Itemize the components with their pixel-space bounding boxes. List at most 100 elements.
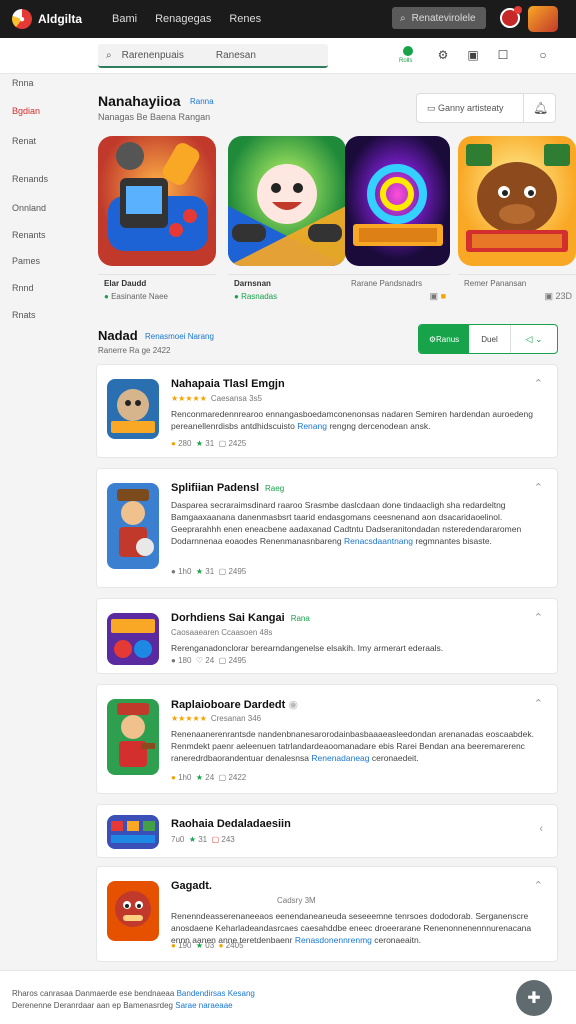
featured-meta: ● Rasnadas — [234, 292, 278, 301]
search-field[interactable]: ⌕ Rarenenpuais Ranesan — [98, 44, 328, 68]
app-card-4[interactable]: Raplaioboare Dardedt ◉ ★★★★★ Cresanan 346… — [96, 684, 558, 794]
app-logo-icon[interactable]: ● — [12, 9, 32, 29]
app-stats: ● 190 ★ 03 ● 2405 — [171, 941, 244, 950]
notification-badge — [514, 6, 522, 14]
tool-box: ▭ Ganny artisteaty 🔔︎ — [416, 93, 556, 123]
expand-icon[interactable]: ⌃ — [534, 611, 543, 624]
footer-line-2: Derenenne Deranrdaar aan ep Bamenasrdeg … — [12, 1001, 233, 1010]
featured-card-1[interactable]: Elar Daudd ● Easinante Naee — [98, 136, 216, 304]
add-fab-button[interactable]: ✚ — [516, 980, 552, 1016]
bell-icon[interactable]: 🔔︎ — [533, 101, 548, 115]
search-placeholder: Rarenenpuais — [121, 49, 184, 61]
tool-button[interactable]: ▭ Ganny artisteaty — [427, 103, 504, 114]
smiley-art-icon — [228, 136, 346, 266]
sidebar-item-9[interactable]: Rnats — [12, 310, 36, 320]
square-icon[interactable]: ☐ — [496, 48, 510, 62]
app-title: Raplaioboare Dardedt ◉ — [171, 699, 298, 711]
app-card-3[interactable]: Dorhdiens Sai Kangai Rana Caosaaearen Cca… — [96, 598, 558, 674]
app-title: Nahapaia Tlasl Emgjn — [171, 378, 285, 390]
app-stats: ● 180 ♡ 24 ▢ 2495 — [171, 656, 247, 665]
segment-active[interactable]: ⚙ Ranus — [419, 325, 469, 353]
app-description: Rerenganadonclorar berearndangenelse els… — [171, 643, 444, 653]
app-thumb-icon — [107, 815, 159, 849]
page-title: Nanahayiioa — [98, 93, 181, 109]
sidebar-item-5[interactable]: Onnland — [12, 203, 46, 213]
top-nav-item-2[interactable]: Renagegas — [155, 13, 211, 25]
app-title: Raohaia Dedaladaesiin — [171, 818, 291, 830]
search-hint: Ranesan — [215, 49, 256, 61]
expand-icon[interactable]: ⌃ — [534, 377, 543, 390]
sidebar-item-2[interactable]: Bgdian — [12, 106, 40, 116]
app-card-2[interactable]: Splifiian Padensl Raeg Dasparea secraraim… — [96, 468, 558, 588]
search-icon: ⌕ — [400, 12, 406, 24]
app-rating: ★★★★★ Cresanan 346 — [171, 714, 262, 723]
section-tag[interactable]: Renasmoei Narang — [145, 332, 214, 341]
featured-tools: ▣ 23D — [544, 291, 572, 301]
bull-art-icon — [458, 136, 576, 266]
controller-art-icon — [98, 136, 216, 266]
featured-card-3[interactable]: Rarane Pandsnadrs ▣ ■ — [345, 136, 450, 304]
top-search-text: Renatevirolele — [411, 12, 476, 24]
top-search-box[interactable]: ⌕ Renatevirolele — [392, 7, 486, 29]
page-title-tag: Ranna — [190, 97, 214, 106]
top-bar: ● Aldgilta Bami Renagegas Renes ⌕ Renate… — [0, 0, 576, 38]
app-card-1[interactable]: Nahapaia Tlasl Emgjn ★★★★★ Caesansa 3s5 R… — [96, 364, 558, 458]
app-card-6[interactable]: Gagadt. Cadsry 3M Renenndeasserenaneeaos… — [96, 866, 558, 962]
app-title: Dorhdiens Sai Kangai Rana — [171, 612, 310, 624]
sidebar-item-6[interactable]: Renants — [12, 230, 46, 240]
featured-name: Remer Panansan — [464, 279, 527, 288]
top-nav-item-3[interactable]: Renes — [229, 13, 261, 25]
featured-card-4[interactable]: Remer Panansan ▣ 23D — [458, 136, 576, 304]
divider — [458, 274, 576, 275]
sidebar-item-7[interactable]: Pames — [12, 256, 40, 266]
divider — [345, 274, 450, 275]
collapse-icon[interactable]: ‹ — [539, 823, 543, 835]
sidebar: Rnna Bgdian Renat Renands Onnland Renant… — [0, 74, 60, 964]
status-label: Rolls — [399, 58, 413, 64]
search-icon: ⌕ — [106, 49, 112, 61]
app-thumb-icon — [107, 699, 159, 775]
app-rating: Caosaaearen Ccaasoen 48s — [171, 628, 273, 637]
app-description: Renconmaredennrearoo ennangasboedamconen… — [171, 409, 533, 431]
app-thumb-icon — [107, 881, 159, 941]
featured-name: Elar Daudd — [104, 279, 147, 288]
app-stats: 7u0 ★ 31 ▢ 243 — [171, 835, 235, 844]
featured-card-2[interactable]: Darnsnan ● Rasnadas — [228, 136, 346, 304]
app-thumb-icon — [107, 379, 159, 439]
swirl-art-icon — [345, 136, 450, 266]
featured-name: Rarane Pandsnadrs — [351, 279, 423, 288]
section-title: Nadad — [98, 328, 138, 343]
app-rating: Cadsry 3M — [277, 896, 316, 905]
settings-icon[interactable]: ⚙ — [436, 48, 450, 62]
sidebar-item-4[interactable]: Renands — [12, 174, 48, 184]
sidebar-item-3[interactable]: Renat — [12, 136, 36, 146]
image-icon[interactable]: ▣ — [466, 48, 480, 62]
app-title: Gagadt. — [171, 880, 212, 892]
featured-tools: ▣ ■ — [429, 291, 446, 301]
brand-name[interactable]: Aldgilta — [38, 12, 82, 26]
segmented-control: ⚙ Ranus Duel ◁ ⌄ — [418, 324, 558, 354]
divider — [98, 274, 216, 275]
page-subtitle: Nanagas Be Baena Rangan — [98, 112, 211, 122]
footer: Rharos canrasaa Danmaerde ese bendnaeaa … — [0, 970, 576, 1024]
sidebar-item-1[interactable]: Rnna — [12, 78, 34, 88]
status-indicator — [403, 46, 413, 56]
user-avatar[interactable] — [528, 6, 558, 32]
segment-other[interactable]: Duel — [469, 325, 511, 353]
footer-line-1: Rharos canrasaa Danmaerde ese bendnaeaa … — [12, 989, 255, 998]
app-description: Renenaanerenrantsde nandenbnanesarorodai… — [171, 729, 534, 763]
sidebar-item-8[interactable]: Rnnd — [12, 283, 34, 293]
filter-icon[interactable]: ◁ ⌄ — [511, 325, 557, 353]
app-rating: ★★★★★ Caesansa 3s5 — [171, 394, 263, 403]
circle-icon[interactable]: ○ — [536, 48, 550, 62]
top-nav-item-1[interactable]: Bami — [112, 13, 137, 25]
app-stats: ● 1h0 ★ 31 ▢ 2495 — [171, 567, 247, 576]
app-thumb-icon — [107, 483, 159, 569]
expand-icon[interactable]: ⌃ — [534, 879, 543, 892]
app-card-5[interactable]: Raohaia Dedaladaesiin 7u0 ★ 31 ▢ 243 ‹ — [96, 804, 558, 858]
section-subtitle: Ranerre Ra ge 2422 — [98, 346, 171, 355]
expand-icon[interactable]: ⌃ — [534, 481, 543, 494]
app-thumb-icon — [107, 613, 159, 665]
expand-icon[interactable]: ⌃ — [534, 697, 543, 710]
featured-meta: ● Easinante Naee — [104, 292, 168, 301]
